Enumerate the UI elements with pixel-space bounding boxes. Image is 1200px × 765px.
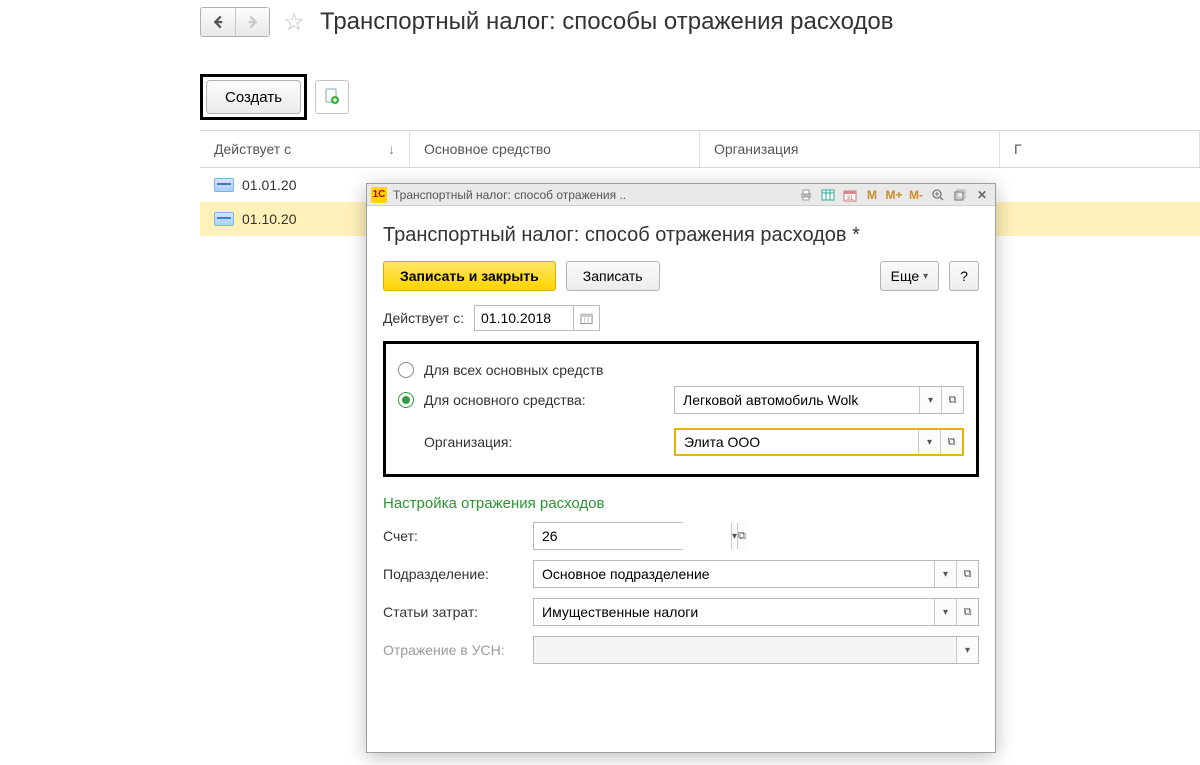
row-date: 01.01.20 [242,177,297,193]
radio-all-assets[interactable] [398,362,414,378]
chevron-down-icon: ▾ [943,607,948,618]
open-button[interactable]: ⧉ [956,561,978,587]
chevron-down-icon: ▾ [923,271,928,282]
popout-icon: ⧉ [948,436,956,449]
popout-icon: ⧉ [964,568,972,581]
sort-arrow-icon: ↓ [388,141,395,157]
nav-back-button[interactable] [201,8,235,36]
dropdown-button[interactable]: ▾ [934,599,956,625]
memory-m-icon[interactable]: M [863,187,881,203]
modal-window: 1C Транспортный налог: способ отражения … [366,183,996,753]
usn-input [534,637,956,663]
close-icon[interactable]: ✕ [973,187,991,203]
app-logo-icon: 1C [371,187,387,203]
chevron-down-icon: ▾ [928,395,933,406]
favorite-star-icon[interactable]: ☆ [280,8,308,36]
cost-label: Статьи затрат: [383,604,523,620]
document-add-icon [323,88,341,106]
create-copy-button[interactable] [315,80,349,114]
calendar-button[interactable] [574,305,600,331]
chevron-down-icon: ▾ [965,645,970,656]
dropdown-button[interactable]: ▾ [919,387,941,413]
usn-select: ▾ [533,636,979,664]
open-button[interactable]: ⧉ [956,599,978,625]
section-title: Настройка отражения расходов [383,495,979,512]
modal-heading: Транспортный налог: способ отражения рас… [383,224,979,247]
open-button[interactable]: ⧉ [737,523,746,549]
cost-input[interactable] [534,599,934,625]
arrow-right-icon [246,15,260,29]
more-label: Еще [891,268,920,284]
modal-titlebar[interactable]: 1C Транспортный налог: способ отражения … [367,184,995,206]
dept-label: Подразделение: [383,566,523,582]
zoom-icon[interactable] [929,187,947,203]
row-icon [214,212,234,226]
arrow-left-icon [211,15,225,29]
chevron-down-icon: ▾ [943,569,948,580]
asset-input[interactable] [675,387,919,413]
open-button[interactable]: ⧉ [941,387,963,413]
radio-single-label: Для основного средства: [424,392,654,408]
create-button[interactable]: Создать [206,80,301,114]
memory-mplus-icon[interactable]: M+ [885,187,903,203]
more-button[interactable]: Еще ▾ [880,261,940,291]
column-header-label: Действует с [214,141,291,157]
calendar-icon[interactable]: 31 [841,187,859,203]
nav-forward-button[interactable] [235,8,269,36]
dropdown-button[interactable]: ▾ [918,430,940,454]
nav-buttons [200,7,270,37]
radio-single-asset[interactable] [398,392,414,408]
save-button[interactable]: Записать [566,261,660,291]
dept-select[interactable]: ▾ ⧉ [533,560,979,588]
cost-select[interactable]: ▾ ⧉ [533,598,979,626]
open-button[interactable]: ⧉ [940,430,962,454]
account-label: Счет: [383,528,523,544]
popout-icon: ⧉ [964,606,972,619]
column-header-date[interactable]: Действует с ↓ [200,131,410,167]
table-icon[interactable] [819,187,837,203]
create-highlight: Создать [200,74,307,120]
selection-highlight: Для всех основных средств Для основного … [383,341,979,477]
help-button[interactable]: ? [949,261,979,291]
column-header-asset[interactable]: Основное средство [410,131,700,167]
row-date: 01.10.20 [242,211,297,227]
org-label: Организация: [424,434,654,450]
print-icon[interactable] [797,187,815,203]
org-select[interactable]: ▾ ⧉ [674,428,964,456]
asset-select[interactable]: ▾ ⧉ [674,386,964,414]
modal-titlebar-text: Транспортный налог: способ отражения .. [393,188,626,202]
usn-label: Отражение в УСН: [383,642,523,658]
org-input[interactable] [676,430,918,454]
memory-mminus-icon[interactable]: M- [907,187,925,203]
account-input[interactable] [534,523,731,549]
page-title: Транспортный налог: способы отражения ра… [320,8,894,36]
dropdown-button: ▾ [956,637,978,663]
popout-icon: ⧉ [949,394,957,407]
table-header: Действует с ↓ Основное средство Организа… [200,130,1200,168]
column-header-org[interactable]: Организация [700,131,1000,167]
calendar-icon [580,311,593,325]
column-header-4[interactable]: Г [1000,131,1200,167]
date-input[interactable] [474,305,574,331]
window-restore-icon[interactable] [951,187,969,203]
account-select[interactable]: ▾ ⧉ [533,522,683,550]
date-label: Действует с: [383,310,464,326]
save-and-close-button[interactable]: Записать и закрыть [383,261,556,291]
chevron-down-icon: ▾ [927,437,932,448]
dept-input[interactable] [534,561,934,587]
popout-icon: ⧉ [738,530,746,543]
row-icon [214,178,234,192]
svg-text:31: 31 [847,196,854,202]
dropdown-button[interactable]: ▾ [934,561,956,587]
radio-all-label: Для всех основных средств [424,362,603,378]
